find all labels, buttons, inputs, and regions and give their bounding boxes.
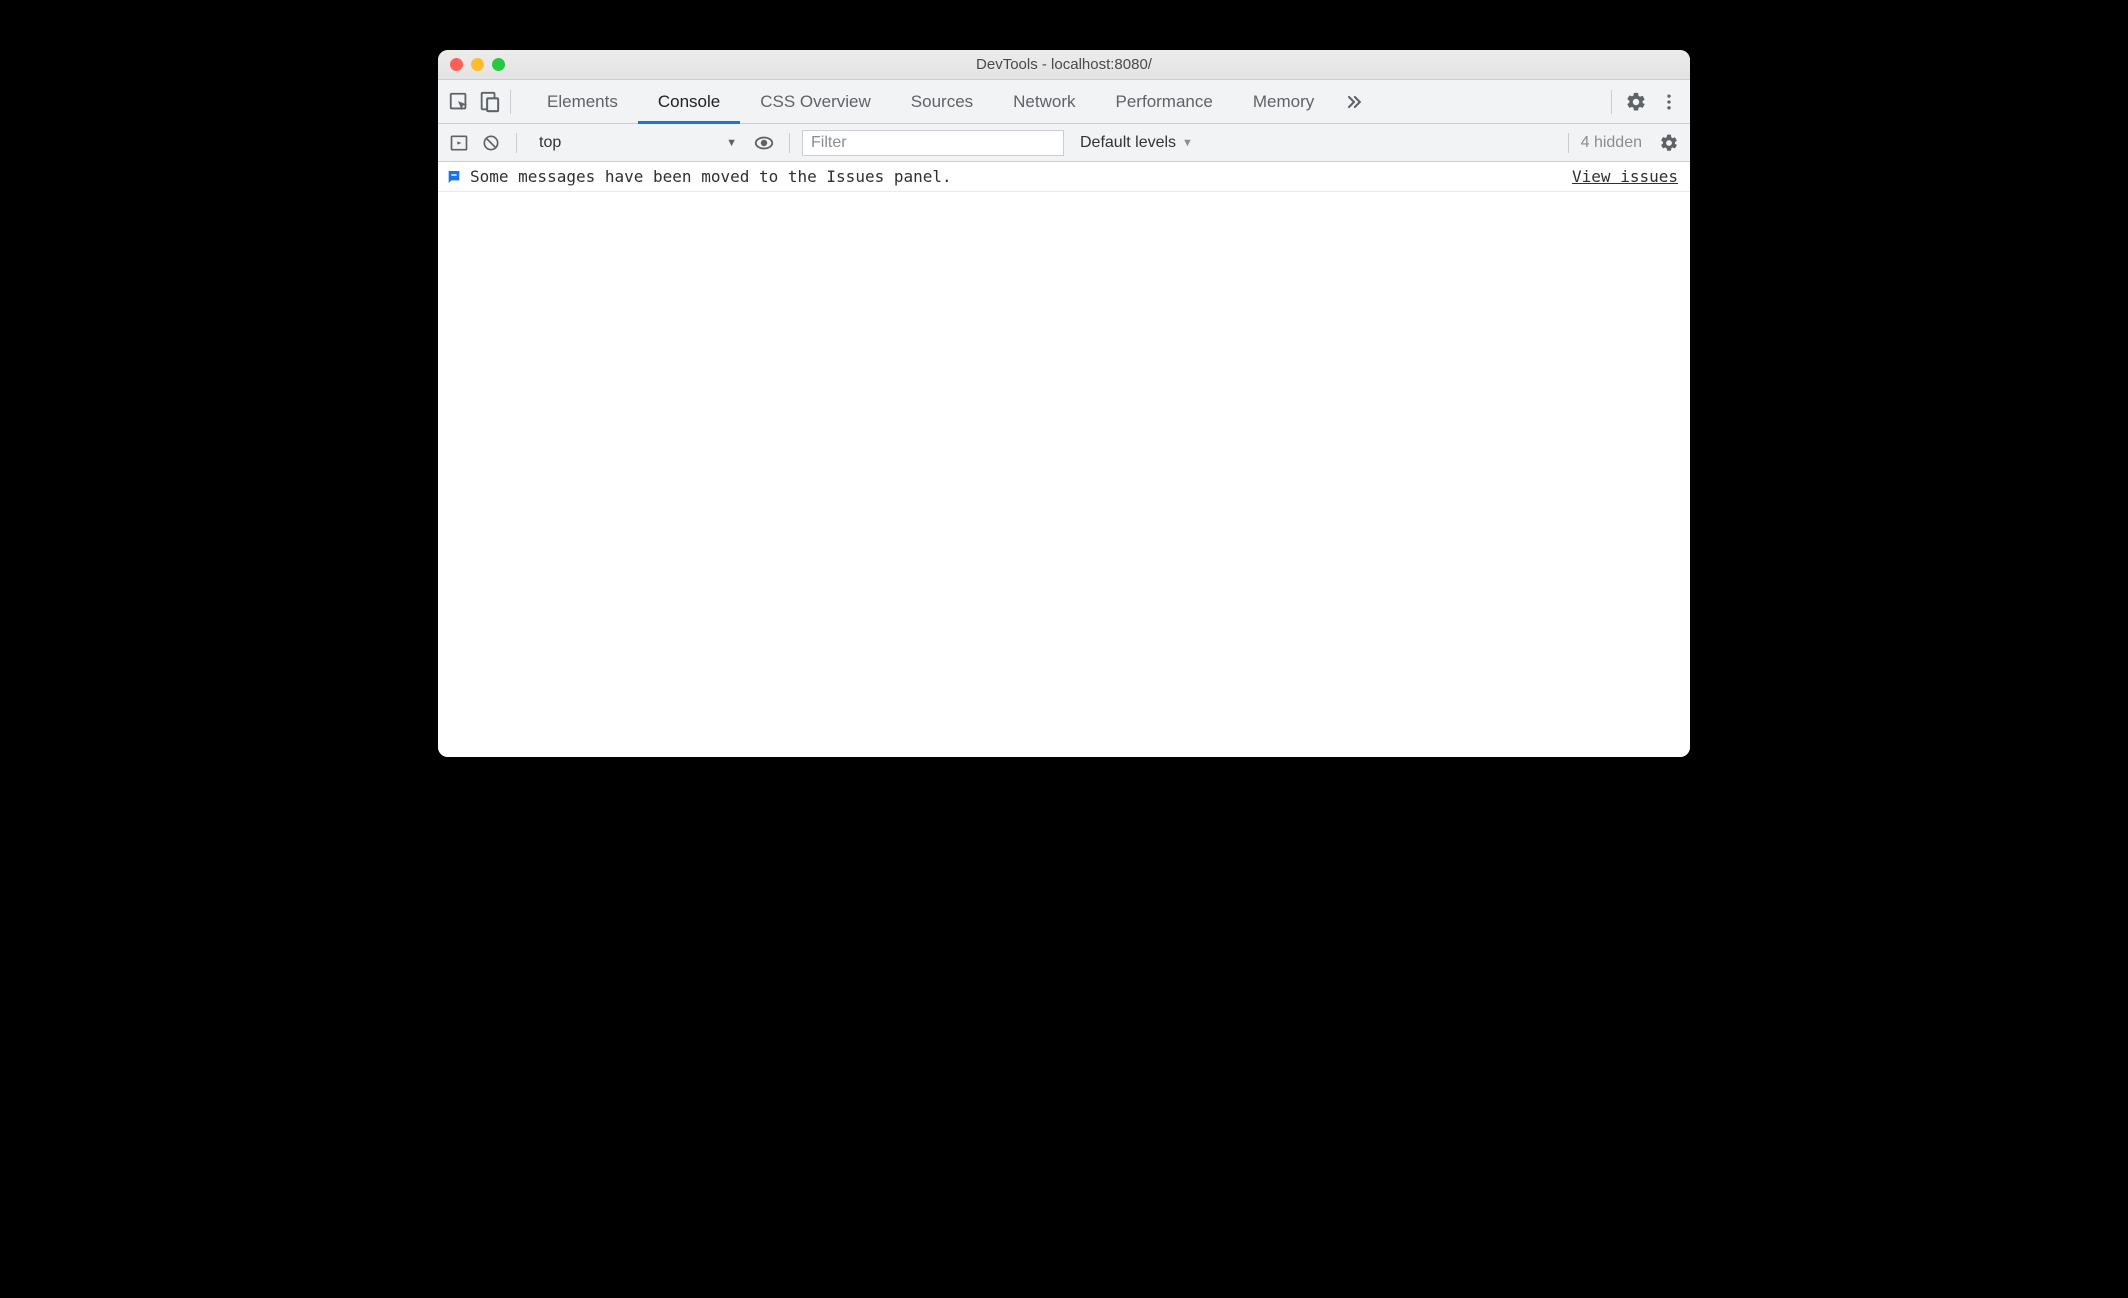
main-tabstrip: Elements Console CSS Overview Sources Ne…: [438, 80, 1690, 124]
clear-console-icon[interactable]: [478, 130, 504, 156]
issues-message-text: Some messages have been moved to the Iss…: [470, 167, 952, 186]
minimize-window-button[interactable]: [471, 58, 484, 71]
panel-tabs: Elements Console CSS Overview Sources Ne…: [527, 80, 1374, 124]
issues-icon: [446, 169, 462, 185]
traffic-lights: [438, 58, 505, 71]
inspect-element-icon[interactable]: [444, 87, 474, 117]
tab-sources[interactable]: Sources: [891, 80, 993, 124]
more-tabs-icon[interactable]: [1334, 87, 1374, 117]
hidden-messages-count[interactable]: 4 hidden: [1581, 134, 1642, 152]
separator: [1568, 133, 1569, 153]
console-settings-gear-icon[interactable]: [1656, 130, 1682, 156]
chevron-down-icon: ▼: [726, 137, 737, 149]
tab-network[interactable]: Network: [993, 80, 1095, 124]
close-window-button[interactable]: [450, 58, 463, 71]
settings-gear-icon[interactable]: [1618, 87, 1654, 117]
separator: [516, 133, 517, 153]
console-output-area[interactable]: [438, 192, 1690, 757]
titlebar: DevTools - localhost:8080/: [438, 50, 1690, 80]
device-toolbar-icon[interactable]: [474, 87, 504, 117]
tab-elements[interactable]: Elements: [527, 80, 638, 124]
console-toolbar: top ▼ Default levels ▼ 4 hidden: [438, 124, 1690, 162]
filter-input[interactable]: [802, 130, 1064, 156]
log-levels-label: Default levels: [1080, 134, 1176, 152]
chevron-down-icon: ▼: [1182, 137, 1193, 149]
more-options-icon[interactable]: [1654, 87, 1684, 117]
execution-context-select[interactable]: top ▼: [529, 129, 745, 157]
tab-css-overview[interactable]: CSS Overview: [740, 80, 891, 124]
execution-context-label: top: [539, 134, 561, 152]
log-levels-select[interactable]: Default levels ▼: [1080, 134, 1193, 152]
tabstrip-right-icons: [1605, 87, 1684, 117]
maximize-window-button[interactable]: [492, 58, 505, 71]
view-issues-link[interactable]: View issues: [1572, 167, 1678, 186]
window-title: DevTools - localhost:8080/: [438, 56, 1690, 73]
toggle-console-sidebar-icon[interactable]: [446, 130, 472, 156]
tab-console[interactable]: Console: [638, 80, 740, 124]
live-expression-icon[interactable]: [751, 130, 777, 156]
tab-memory[interactable]: Memory: [1233, 80, 1334, 124]
issues-banner: Some messages have been moved to the Iss…: [438, 162, 1690, 192]
separator: [1611, 90, 1612, 114]
tab-performance[interactable]: Performance: [1096, 80, 1233, 124]
devtools-window: DevTools - localhost:8080/ Elements Cons…: [438, 50, 1690, 757]
separator: [789, 133, 790, 153]
separator: [510, 90, 511, 114]
